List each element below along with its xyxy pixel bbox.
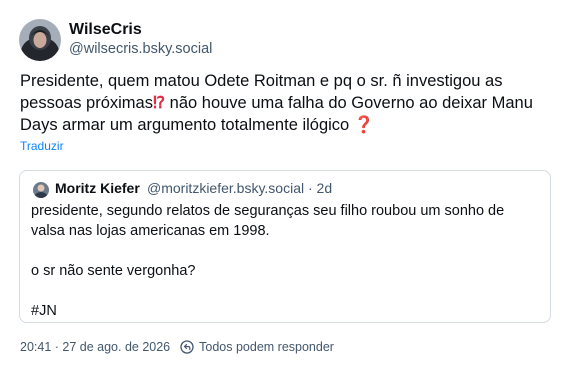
quoted-author-handle[interactable]: @moritzkiefer.bsky.social · 2d xyxy=(147,180,332,196)
post-text-segment: não houve uma falha do Governo ao deixar… xyxy=(165,94,533,112)
quoted-post-text: presidente, segundo relatos de segurança… xyxy=(31,201,541,321)
quoted-text-line: valsa nas lojas americanas em 1998. xyxy=(31,223,270,239)
post-text-line: pessoas próximas⁉ não houve uma falha do… xyxy=(20,92,555,114)
reply-setting[interactable]: Todos podem responder xyxy=(199,340,334,354)
quoted-text-spacer xyxy=(31,281,541,301)
post-timestamp: 20:41 · 27 de ago. de 2026 xyxy=(20,340,171,354)
question-mark-emoji: ❓ xyxy=(353,116,375,134)
author-avatar[interactable] xyxy=(19,19,61,61)
post-text: Presidente, quem matou Odete Roitman e p… xyxy=(20,70,555,136)
quoted-author-avatar[interactable] xyxy=(33,182,49,198)
quoted-text-line: presidente, segundo relatos de segurança… xyxy=(31,203,505,219)
post-text-line: Presidente, quem matou Odete Roitman e p… xyxy=(20,72,503,90)
post: WilseCris @wilsecris.bsky.social Preside… xyxy=(0,0,571,370)
author-display-name[interactable]: WilseCris xyxy=(69,21,142,39)
quoted-text-line: o sr não sente vergonha? xyxy=(31,263,196,279)
interrobang-emoji: ⁉ xyxy=(152,94,166,112)
everyone-reply-icon xyxy=(180,340,194,354)
post-text-line: Days armar um argumento totalmente ilógi… xyxy=(20,114,555,136)
post-text-segment: pessoas próximas xyxy=(20,94,153,112)
quoted-hashtag: #JN xyxy=(31,303,57,319)
author-handle[interactable]: @wilsecris.bsky.social xyxy=(69,41,212,57)
quoted-post[interactable]: Moritz Kiefer @moritzkiefer.bsky.social … xyxy=(19,170,551,323)
translate-link[interactable]: Traduzir xyxy=(20,139,64,153)
post-text-segment: Days armar um argumento totalmente ilógi… xyxy=(20,116,350,134)
quoted-text-spacer xyxy=(31,241,541,261)
post-meta: 20:41 · 27 de ago. de 2026 Todos podem r… xyxy=(20,340,334,354)
quoted-author-name[interactable]: Moritz Kiefer xyxy=(55,180,140,196)
